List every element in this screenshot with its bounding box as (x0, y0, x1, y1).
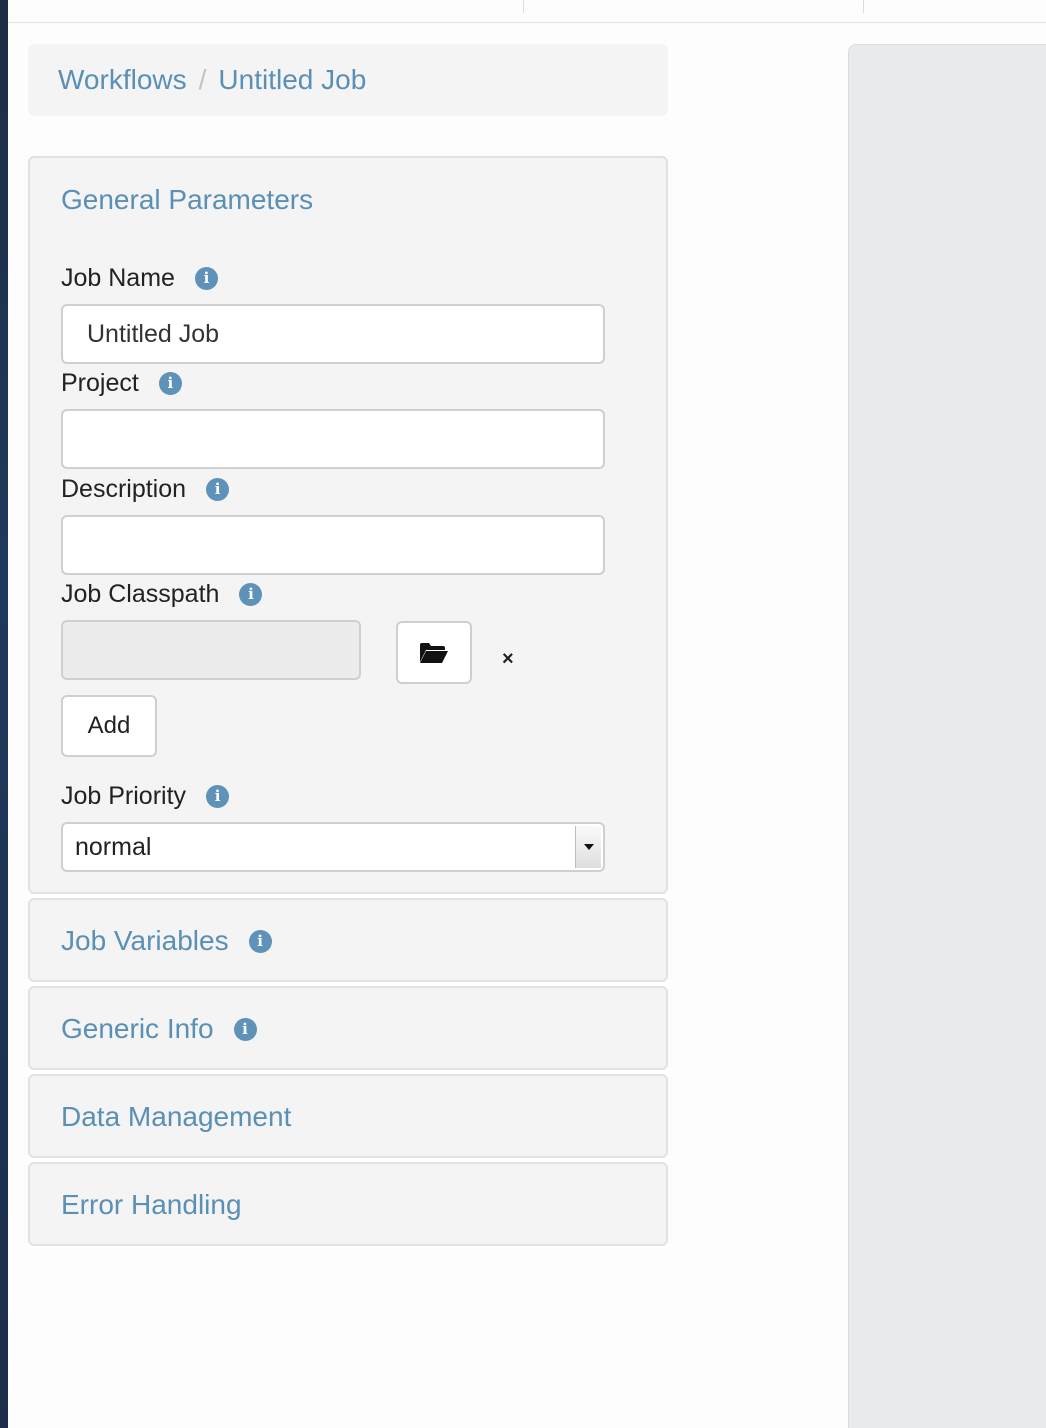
top-bar (8, 0, 1046, 23)
job-name-input[interactable] (61, 304, 605, 364)
panel-title: Error Handling (61, 1189, 242, 1220)
top-bar-separator (523, 0, 524, 13)
panel-title: Data Management (61, 1101, 292, 1132)
label-text: Description (61, 475, 187, 503)
remove-classpath-button[interactable]: × (502, 648, 514, 671)
job-priority-selected-value: normal (75, 832, 152, 861)
panel-title: Job Variables (61, 925, 229, 956)
info-icon[interactable]: i (206, 785, 230, 808)
data-management-panel[interactable]: Data Management (28, 1074, 668, 1158)
job-variables-panel[interactable]: Job Variables i (28, 898, 668, 982)
info-icon[interactable]: i (239, 583, 263, 606)
label-text: Project (61, 369, 139, 397)
description-label: Description i (61, 475, 230, 504)
generic-info-header[interactable]: Generic Info i (61, 1013, 257, 1045)
info-icon[interactable]: i (248, 929, 272, 953)
error-handling-header[interactable]: Error Handling (61, 1189, 242, 1221)
label-text: Job Classpath (61, 580, 220, 608)
info-icon[interactable]: i (194, 267, 218, 290)
job-classpath-label: Job Classpath i (61, 580, 263, 609)
error-handling-panel[interactable]: Error Handling (28, 1162, 668, 1246)
generic-info-panel[interactable]: Generic Info i (28, 986, 668, 1070)
label-text: Job Name (61, 264, 175, 292)
top-bar-separator (863, 0, 864, 13)
project-label: Project i (61, 369, 182, 398)
right-side-panel (848, 44, 1046, 1428)
job-priority-select[interactable]: normal (61, 822, 605, 872)
info-icon[interactable]: i (206, 478, 230, 501)
info-icon[interactable]: i (233, 1017, 257, 1041)
panel-title: General Parameters (61, 184, 314, 215)
general-parameters-header[interactable]: General Parameters (61, 184, 313, 216)
add-classpath-button[interactable]: Add (61, 695, 157, 757)
job-variables-header[interactable]: Job Variables i (61, 925, 272, 957)
folder-open-icon (420, 642, 448, 663)
panel-title: Generic Info (61, 1013, 214, 1044)
browse-classpath-button[interactable] (396, 621, 472, 684)
job-priority-label: Job Priority i (61, 782, 230, 811)
description-input[interactable] (61, 515, 605, 575)
breadcrumb: Workflows / Untitled Job (28, 44, 668, 116)
breadcrumb-workflows-link[interactable]: Workflows (58, 64, 187, 96)
chevron-down-icon[interactable] (575, 826, 601, 868)
label-text: Job Priority (61, 782, 187, 810)
job-classpath-input (61, 620, 361, 680)
general-parameters-panel: General Parameters Job Name i Project i … (28, 156, 668, 894)
job-name-label: Job Name i (61, 264, 218, 293)
project-input[interactable] (61, 409, 605, 469)
breadcrumb-divider: / (198, 64, 207, 95)
info-icon[interactable]: i (158, 372, 182, 395)
window-left-edge (0, 0, 8, 1428)
data-management-header[interactable]: Data Management (61, 1101, 291, 1133)
breadcrumb-current-job-link[interactable]: Untitled Job (218, 64, 366, 96)
